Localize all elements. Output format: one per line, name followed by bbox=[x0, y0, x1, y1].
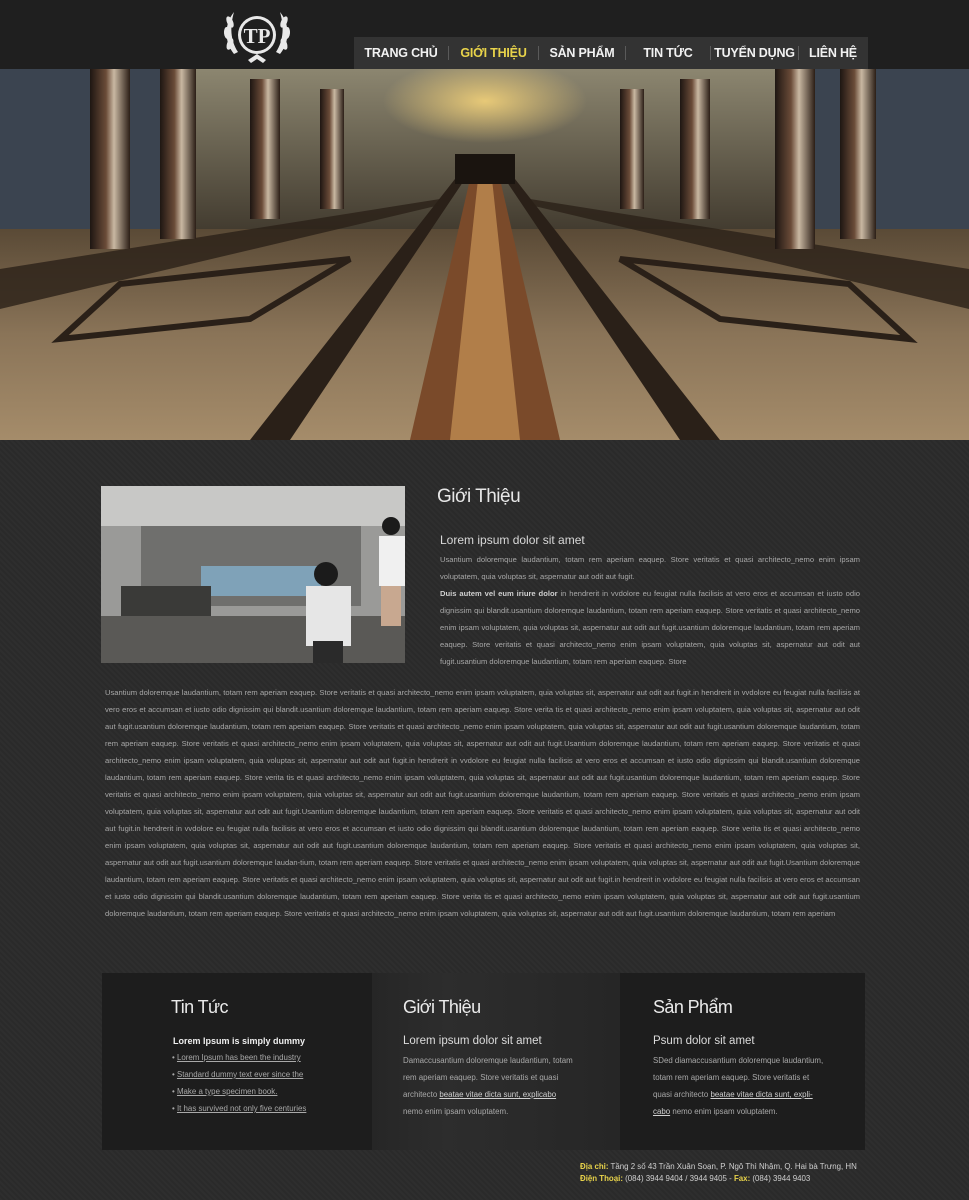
list-item: • Make a type specimen book. bbox=[172, 1087, 278, 1096]
products-box-text: SDed diamaccusantium doloremque laudanti… bbox=[653, 1052, 853, 1120]
intro-paragraph-1: Usantium doloremque laudantium, totam re… bbox=[440, 555, 860, 581]
footer-contact: Địa chỉ: Tầng 2 số 43 Trần Xuân Soạn, P.… bbox=[580, 1161, 865, 1185]
list-item: • Lorem Ipsum has been the industry bbox=[172, 1053, 301, 1062]
text-line: architecto bbox=[403, 1090, 440, 1099]
text-line: Damaccusantium doloremque laudantium, to… bbox=[403, 1056, 573, 1065]
intro-body-text: Usantium doloremque laudantium, totam re… bbox=[105, 688, 860, 918]
phone-label: Điện Thoại: bbox=[580, 1174, 623, 1183]
news-link[interactable]: Standard dummy text ever since the bbox=[177, 1070, 303, 1079]
laurel-wreath-logo-icon: TP bbox=[223, 12, 291, 63]
text-line: totam rem aperiam eaquep. Store veritati… bbox=[653, 1073, 810, 1082]
feature-boxes: Tin Tức Lorem Ipsum is simply dummy • Lo… bbox=[102, 973, 865, 1150]
text-line: nemo enim ipsam voluptatem. bbox=[670, 1107, 778, 1116]
text-line: nemo enim ipsam voluptatem. bbox=[403, 1107, 509, 1116]
fax-label: Fax: bbox=[733, 1174, 751, 1183]
address-value: Tầng 2 số 43 Trần Xuân Soạn, P. Ngô Thì … bbox=[608, 1162, 857, 1171]
phone-value: (084) 3944 9404 / 3944 9405 - bbox=[622, 1174, 734, 1183]
news-title: Tin Tức bbox=[171, 997, 228, 1017]
about-link[interactable]: beatae vitae dicta sunt, explicabo bbox=[439, 1090, 556, 1099]
news-link[interactable]: Make a type specimen book. bbox=[177, 1087, 277, 1096]
list-item: • Standard dummy text ever since the bbox=[172, 1070, 304, 1079]
list-item: • It has survived not only five centurie… bbox=[172, 1104, 307, 1113]
about-box-title: Giới Thiệu bbox=[403, 997, 481, 1017]
nav-item-news[interactable]: TIN TỨC bbox=[626, 37, 710, 69]
fax-value: (084) 3944 9403 bbox=[750, 1174, 811, 1183]
intro-text: Usantium doloremque laudantium, totam re… bbox=[440, 551, 860, 669]
nav-item-home[interactable]: TRANG CHỦ bbox=[354, 37, 448, 69]
page-title: Giới Thiệu bbox=[437, 486, 521, 507]
products-box-title: Sản Phẩm bbox=[653, 997, 733, 1017]
about-box-text: Damaccusantium doloremque laudantium, to… bbox=[403, 1052, 608, 1120]
products-link[interactable]: beatae vitae dicta sunt, expli- bbox=[710, 1090, 812, 1099]
main-nav: TRANG CHỦ GIỚI THIỆU SẢN PHẨM TIN TỨC TU… bbox=[354, 37, 868, 69]
text-line: SDed diamaccusantium doloremque laudanti… bbox=[653, 1056, 824, 1065]
products-link[interactable]: cabo bbox=[653, 1107, 670, 1116]
logo[interactable]: TP bbox=[220, 2, 294, 66]
address-label: Địa chỉ: bbox=[580, 1162, 609, 1171]
text-line: quasi architecto bbox=[653, 1090, 711, 1099]
news-heading: Lorem Ipsum is simply dummy bbox=[173, 1036, 306, 1046]
hero-banner bbox=[0, 69, 969, 440]
about-box-subtitle: Lorem ipsum dolor sit amet bbox=[403, 1035, 542, 1047]
intro-paragraph-2: in hendrerit in vvdolore eu feugiat null… bbox=[440, 589, 860, 666]
hero-image bbox=[0, 69, 969, 440]
news-link[interactable]: Lorem Ipsum has been the industry bbox=[177, 1053, 301, 1062]
logo-text: TP bbox=[244, 24, 271, 48]
factory-photo bbox=[101, 486, 405, 663]
nav-item-products[interactable]: SẢN PHẨM bbox=[539, 37, 625, 69]
products-box-subtitle: Psum dolor sit amet bbox=[653, 1035, 755, 1047]
nav-item-contact[interactable]: LIÊN HỆ bbox=[799, 37, 867, 69]
text-line: rem aperiam eaquep. Store veritatis et q… bbox=[403, 1073, 559, 1082]
intro-subtitle: Lorem ipsum dolor sit amet bbox=[440, 533, 585, 547]
nav-item-about[interactable]: GIỚI THIỆU bbox=[449, 37, 538, 69]
intro-bold-lead: Duis autem vel eum iriure dolor bbox=[440, 589, 558, 598]
nav-item-careers[interactable]: TUYỂN DỤNG bbox=[711, 37, 798, 69]
news-link[interactable]: It has survived not only five centuries bbox=[177, 1104, 306, 1113]
news-list: • Lorem Ipsum has been the industry • St… bbox=[172, 1049, 306, 1117]
site-header: TP TRANG CHỦ GIỚI THIỆU SẢN PHẨM TIN TỨC… bbox=[0, 0, 969, 69]
